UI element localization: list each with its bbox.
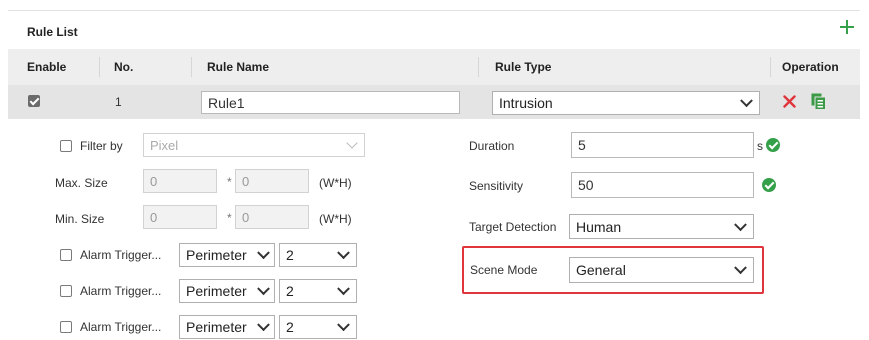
alarm-trigger-mode-value: Perimeter — [186, 283, 247, 299]
scene-mode-label: Scene Mode — [470, 263, 538, 277]
target-detection-select[interactable]: Human — [569, 214, 754, 239]
table-row[interactable]: 1 Rule1 Intrusion — [8, 85, 860, 119]
alarm-trigger-mode-select[interactable]: Perimeter — [179, 315, 275, 339]
table-header: Enable No. Rule Name Rule Type Operation — [8, 49, 860, 85]
max-size-height-input: 0 — [235, 169, 309, 193]
max-size-unit: (W*H) — [319, 176, 352, 190]
alarm-trigger-mode-select[interactable]: Perimeter — [179, 243, 275, 267]
alarm-trigger-label: Alarm Trigger... — [80, 248, 162, 262]
chevron-down-icon — [257, 282, 270, 296]
rule-type-value: Intrusion — [499, 95, 553, 111]
sensitivity-input[interactable]: 50 — [571, 172, 754, 198]
enable-checkbox[interactable] — [28, 95, 40, 107]
check-circle-icon — [762, 178, 776, 192]
filter-label: Filter by — [80, 139, 123, 153]
duration-unit: s — [757, 139, 763, 153]
alarm-trigger-count-value: 2 — [286, 283, 294, 299]
alarm-trigger-mode-value: Perimeter — [186, 247, 247, 263]
header-enable: Enable — [27, 60, 67, 74]
max-size-label: Max. Size — [55, 176, 108, 190]
scene-mode-value: General — [576, 262, 626, 278]
chevron-down-icon — [337, 246, 350, 260]
alarm-trigger-checkbox[interactable] — [60, 285, 72, 297]
header-separator — [770, 57, 771, 77]
min-size-label: Min. Size — [55, 212, 105, 226]
header-separator — [191, 57, 192, 77]
header-operation: Operation — [782, 60, 839, 74]
alarm-trigger-mode-value: Perimeter — [186, 319, 247, 335]
alarm-trigger-label: Alarm Trigger... — [80, 284, 162, 298]
alarm-trigger-mode-select[interactable]: Perimeter — [179, 279, 275, 303]
chevron-down-icon — [734, 217, 747, 231]
min-size-width-input: 0 — [143, 205, 217, 229]
top-divider — [8, 10, 860, 11]
close-icon[interactable] — [783, 95, 796, 108]
header-separator — [478, 57, 479, 77]
check-circle-icon — [766, 138, 780, 152]
alarm-trigger-checkbox[interactable] — [60, 249, 72, 261]
filter-value: Pixel — [150, 137, 179, 153]
min-size-separator: * — [227, 211, 232, 225]
chevron-down-icon — [740, 94, 753, 108]
header-rule-name: Rule Name — [207, 60, 270, 74]
chevron-down-icon — [337, 318, 350, 332]
rule-type-select[interactable]: Intrusion — [492, 91, 760, 115]
duration-label: Duration — [469, 139, 515, 153]
chevron-down-icon — [257, 318, 270, 332]
chevron-down-icon — [346, 137, 358, 149]
rule-number: 1 — [115, 95, 122, 109]
rule-name-input[interactable]: Rule1 — [201, 91, 460, 114]
header-separator — [99, 57, 100, 77]
target-detection-value: Human — [576, 218, 622, 235]
header-no: No. — [114, 60, 134, 74]
min-size-height-input: 0 — [235, 205, 309, 229]
alarm-trigger-label: Alarm Trigger... — [80, 320, 162, 334]
alarm-trigger-count-select[interactable]: 2 — [279, 279, 357, 303]
alarm-trigger-count-select[interactable]: 2 — [279, 315, 357, 339]
alarm-trigger-count-value: 2 — [286, 319, 294, 335]
filter-select: Pixel — [143, 133, 365, 157]
plus-icon[interactable] — [838, 18, 856, 36]
sensitivity-label: Sensitivity — [469, 179, 524, 193]
panel-title: Rule List — [27, 25, 78, 39]
chevron-down-icon — [734, 261, 747, 275]
alarm-trigger-count-select[interactable]: 2 — [279, 243, 357, 267]
chevron-down-icon — [257, 246, 270, 260]
max-size-separator: * — [227, 175, 232, 189]
scene-mode-select[interactable]: General — [569, 257, 754, 283]
max-size-width-input: 0 — [143, 169, 217, 193]
duration-input[interactable]: 5 — [571, 132, 754, 158]
copy-icon[interactable] — [811, 93, 826, 110]
alarm-trigger-checkbox[interactable] — [60, 321, 72, 333]
header-rule-type: Rule Type — [495, 60, 552, 74]
filter-checkbox[interactable] — [60, 140, 72, 152]
target-detection-label: Target Detection — [469, 220, 557, 234]
chevron-down-icon — [337, 282, 350, 296]
alarm-trigger-count-value: 2 — [286, 247, 294, 263]
min-size-unit: (W*H) — [319, 212, 352, 226]
